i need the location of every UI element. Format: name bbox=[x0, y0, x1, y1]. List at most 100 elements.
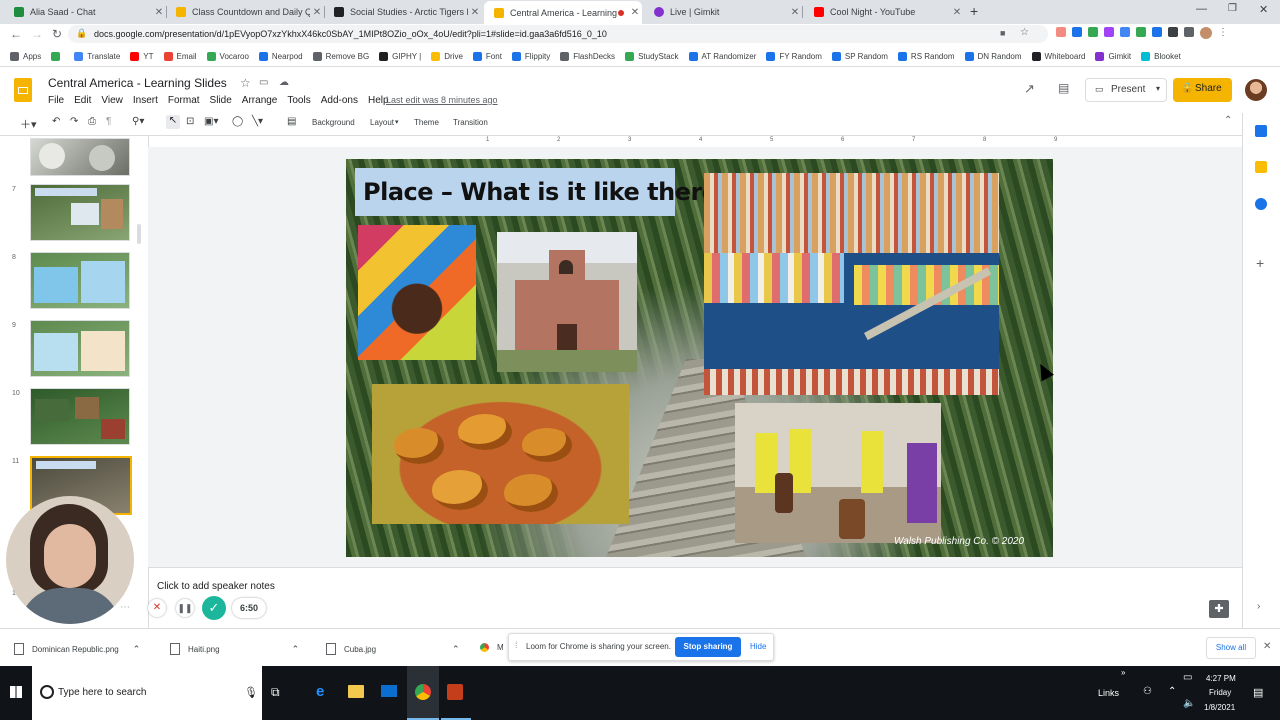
bookmark-item[interactable]: Drive bbox=[431, 51, 463, 61]
menu-item-insert[interactable]: Insert bbox=[133, 95, 158, 106]
file-explorer-icon[interactable] bbox=[348, 685, 364, 698]
webcam-bubble[interactable] bbox=[6, 496, 134, 624]
menu-item-view[interactable]: View bbox=[101, 95, 123, 106]
slide-thumbnail[interactable] bbox=[30, 388, 130, 445]
bookmark-item[interactable]: Nearpod bbox=[258, 51, 303, 61]
bookmark-item[interactable]: Whiteboard bbox=[1031, 51, 1085, 61]
bookmark-item[interactable] bbox=[51, 51, 64, 61]
pause-recording-button[interactable]: ❚❚ bbox=[176, 599, 194, 617]
window-close-icon[interactable]: ✕ bbox=[1259, 3, 1268, 16]
browser-tab-gimkit[interactable]: Live | Gimkit ✕ bbox=[644, 2, 802, 22]
network-icon[interactable]: ▭ bbox=[1183, 672, 1192, 683]
present-button[interactable]: ▭ Present ▾ bbox=[1085, 78, 1167, 102]
camera-icon[interactable]: ■ bbox=[1000, 28, 1005, 38]
bookmark-item[interactable]: FlashDecks bbox=[560, 51, 615, 61]
chevron-right-icon[interactable]: › bbox=[1257, 601, 1260, 612]
profile-avatar[interactable] bbox=[1200, 27, 1212, 39]
filmstrip-scrollbar[interactable] bbox=[137, 224, 141, 244]
layout-button[interactable]: Layout bbox=[370, 118, 394, 127]
microphone-icon[interactable]: 🎙 bbox=[244, 686, 258, 699]
user-avatar[interactable] bbox=[1245, 79, 1267, 101]
task-view-icon[interactable]: ⧉ bbox=[271, 685, 280, 700]
extension-icon[interactable] bbox=[1104, 27, 1114, 37]
new-tab-button[interactable]: + bbox=[970, 3, 978, 19]
notifications-icon[interactable]: ▤ bbox=[1253, 686, 1263, 699]
slides-logo-icon[interactable] bbox=[14, 78, 32, 102]
bookmark-item[interactable]: Vocaroo bbox=[206, 51, 249, 61]
comments-icon[interactable]: ▤ bbox=[1058, 81, 1069, 95]
restore-icon[interactable]: ❐ bbox=[1228, 3, 1237, 14]
reload-icon[interactable]: ↻ bbox=[52, 27, 62, 41]
mail-icon[interactable] bbox=[381, 685, 397, 697]
hide-button[interactable]: Hide bbox=[750, 642, 766, 651]
taskbar-search-box[interactable]: Type here to search 🎙 bbox=[32, 666, 262, 720]
download-item[interactable]: Haiti.png ⌃ bbox=[170, 643, 299, 655]
bookmark-item[interactable]: Flippity bbox=[511, 51, 550, 61]
activity-icon[interactable]: ↗ bbox=[1024, 81, 1035, 97]
keep-icon[interactable] bbox=[1255, 161, 1267, 173]
close-icon[interactable]: ✕ bbox=[152, 7, 166, 18]
slide[interactable]: Place – What is it like there? Walsh Pub… bbox=[346, 159, 1053, 557]
bookmark-item[interactable]: Translate bbox=[74, 51, 120, 61]
edge-icon[interactable]: e bbox=[316, 683, 324, 700]
extension-icon[interactable] bbox=[1152, 27, 1162, 37]
extension-icon[interactable] bbox=[1072, 27, 1082, 37]
show-all-button[interactable]: Show all bbox=[1206, 637, 1256, 659]
slide-thumbnail[interactable] bbox=[30, 320, 130, 377]
menu-item-addons[interactable]: Add-ons bbox=[321, 95, 358, 106]
links-toolbar[interactable]: Links bbox=[1098, 688, 1119, 698]
volume-icon[interactable]: 🔈 bbox=[1183, 698, 1195, 709]
download-item[interactable]: M bbox=[480, 643, 504, 652]
bookmark-item[interactable]: Blooket bbox=[1141, 51, 1181, 61]
menu-item-file[interactable]: File bbox=[48, 95, 64, 106]
more-icon[interactable]: ⋮ bbox=[1218, 27, 1228, 39]
share-button[interactable]: 🔒 Share bbox=[1173, 78, 1232, 102]
clock-time[interactable]: 4:27 PM bbox=[1206, 674, 1236, 683]
new-slide-icon[interactable]: ＋▾ bbox=[20, 116, 37, 132]
menu-item-format[interactable]: Format bbox=[168, 95, 200, 106]
extension-icon[interactable] bbox=[1136, 27, 1146, 37]
back-icon[interactable]: ← bbox=[10, 27, 22, 41]
speaker-notes[interactable]: Click to add speaker notes bbox=[157, 581, 275, 592]
drag-handle-icon[interactable]: ⁞ bbox=[515, 640, 518, 650]
browser-tab-social-studies[interactable]: Social Studies - Arctic Tigers Peri ✕ bbox=[324, 2, 482, 22]
select-icon[interactable]: ↖ bbox=[166, 115, 180, 129]
bookmark-item[interactable]: SP Random bbox=[831, 51, 888, 61]
redo-icon[interactable]: ↷ bbox=[70, 116, 78, 127]
more-options-icon[interactable]: ⋯ bbox=[120, 602, 130, 613]
browser-tab-youtube[interactable]: Cool Night - YouTube ✕ bbox=[804, 2, 964, 22]
extension-icon[interactable] bbox=[1088, 27, 1098, 37]
tasks-icon[interactable] bbox=[1255, 198, 1267, 210]
minimize-icon[interactable]: — bbox=[1196, 3, 1207, 15]
print-icon[interactable]: ⎙ bbox=[88, 116, 96, 127]
collapse-icon[interactable]: ⌃ bbox=[1224, 115, 1232, 126]
close-icon[interactable]: ✕ bbox=[950, 7, 964, 18]
chevron-icon[interactable]: » bbox=[1121, 668, 1125, 677]
bookmark-item[interactable]: Remove BG bbox=[312, 51, 369, 61]
menu-item-edit[interactable]: Edit bbox=[74, 95, 91, 106]
people-icon[interactable]: ⚇ bbox=[1143, 686, 1152, 697]
paint-format-icon[interactable]: ¶ bbox=[106, 116, 111, 127]
chevron-up-icon[interactable]: ⌃ bbox=[133, 644, 141, 655]
forward-icon[interactable]: → bbox=[31, 27, 43, 41]
line-icon[interactable]: ╲▾ bbox=[252, 116, 263, 127]
chevron-up-icon[interactable]: ⌃ bbox=[452, 644, 460, 655]
media-icon[interactable] bbox=[1184, 27, 1194, 37]
cancel-recording-button[interactable]: ✕ bbox=[148, 599, 166, 617]
bookmark-item[interactable]: AT Randomizer bbox=[688, 51, 756, 61]
document-title[interactable]: Central America - Learning Slides bbox=[48, 76, 227, 90]
star-icon[interactable]: ☆ bbox=[1020, 27, 1029, 38]
last-edit-link[interactable]: Last edit was 8 minutes ago bbox=[386, 95, 498, 105]
windows-start-icon[interactable] bbox=[10, 686, 22, 698]
download-item[interactable]: Cuba.jpg ⌃ bbox=[326, 643, 460, 655]
show-hidden-icons[interactable]: ⌃ bbox=[1168, 686, 1176, 697]
image-icon[interactable]: ▣▾ bbox=[204, 116, 218, 127]
bookmark-item[interactable]: Apps bbox=[10, 51, 41, 61]
explore-icon[interactable]: ✚ bbox=[1209, 600, 1229, 618]
finish-recording-button[interactable]: ✓ bbox=[202, 596, 226, 620]
address-bar[interactable]: 🔒 docs.google.com/presentation/d/1pEVyop… bbox=[68, 25, 1048, 43]
transition-button[interactable]: Transition bbox=[453, 118, 488, 127]
bookmark-item[interactable]: GIPHY | bbox=[379, 51, 421, 61]
powerpoint-taskbar-button[interactable] bbox=[441, 666, 471, 720]
title-box[interactable]: Place – What is it like there? bbox=[355, 168, 732, 216]
